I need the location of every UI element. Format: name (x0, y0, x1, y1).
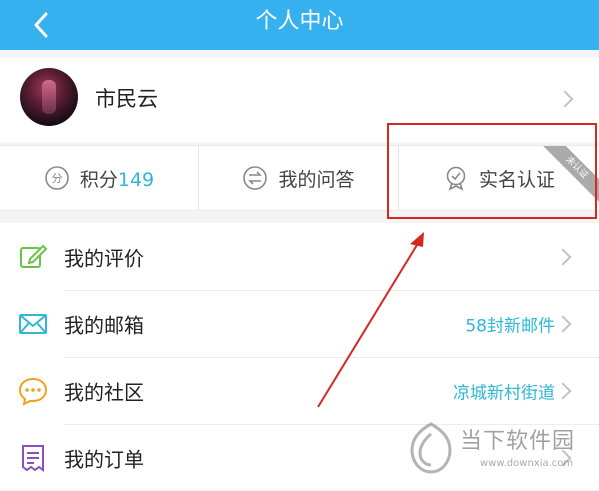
menu-item-community[interactable]: 我的社区 凉城新村街道 (0, 357, 599, 424)
watermark-logo-icon (410, 422, 452, 474)
edit-icon (20, 244, 48, 268)
chevron-right-icon (556, 90, 574, 108)
points-button[interactable]: 分 积分149 (0, 146, 198, 210)
points-value: 149 (117, 168, 155, 191)
menu-item-reviews[interactable]: 我的评价 (0, 223, 599, 290)
menu-item-detail: 凉城新村街道 (453, 383, 555, 403)
svg-text:分: 分 (51, 172, 62, 185)
points-text: 积分 (79, 168, 118, 191)
chevron-right-icon (554, 248, 572, 265)
watermark: 当下软件园 www.downxia.com (408, 418, 588, 478)
chat-bubble-icon (18, 377, 48, 406)
menu-item-label: 我的社区 (64, 380, 144, 404)
watermark-name: 当下软件园 (460, 429, 576, 454)
watermark-url: www.downxia.com (480, 458, 574, 469)
annotation-box (387, 123, 597, 219)
page-title: 个人中心 (255, 9, 344, 34)
menu-item-mailbox[interactable]: 我的邮箱 58封新邮件 (0, 290, 599, 357)
qa-button[interactable]: 我的问答 (199, 146, 398, 210)
username: 市民云 (95, 87, 158, 111)
menu-item-detail: 58封新邮件 (465, 316, 555, 336)
qa-label: 我的问答 (278, 168, 355, 191)
menu-item-label: 我的评价 (64, 246, 144, 270)
qa-arrows-icon (243, 166, 268, 190)
mail-icon (19, 313, 47, 334)
menu-item-label: 我的订单 (64, 447, 144, 471)
points-label: 积分149 (80, 165, 154, 192)
avatar[interactable] (20, 68, 78, 126)
menu-item-label: 我的邮箱 (64, 313, 144, 337)
chevron-right-icon (554, 382, 572, 399)
chevron-right-icon (554, 315, 572, 332)
order-receipt-icon (22, 444, 44, 472)
points-coin-icon: 分 (45, 166, 69, 190)
header-bar: 个人中心 (0, 0, 599, 50)
